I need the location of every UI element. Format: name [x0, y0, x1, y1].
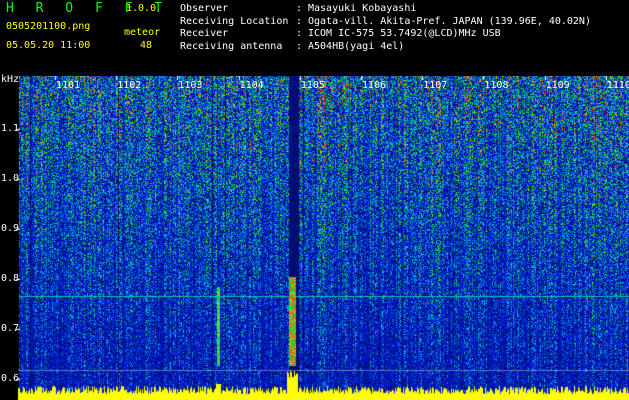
- meteor-label: meteor: [124, 27, 161, 38]
- x-tick-label: 1109: [545, 80, 570, 91]
- info-row-observer: Observer: Masayuki Kobayashi: [180, 3, 417, 14]
- x-tick-label: 1110: [606, 80, 629, 91]
- datetime-label: 05.05.20 11:00: [6, 40, 91, 51]
- station-info: Observer: Masayuki Kobayashi Receiving Lo…: [180, 3, 591, 53]
- y-tick-label: 1.1: [1, 123, 20, 134]
- x-tick-label: 1102: [117, 80, 142, 91]
- y-tick-label: 0.8: [1, 273, 20, 284]
- y-tick-label: 0.6: [1, 373, 20, 384]
- filename-label: 0505201100.png: [6, 21, 91, 32]
- x-tick-label: 1108: [484, 80, 509, 91]
- spectrogram-plot: [0, 76, 629, 400]
- y-tick-label: 0.7: [1, 323, 20, 334]
- x-tick-label: 1104: [239, 80, 264, 91]
- info-row-location: Receiving Location: Ogata-vill. Akita-Pre…: [180, 15, 591, 27]
- y-tick-label: 0.9: [1, 223, 20, 234]
- meteor-count: 48: [140, 40, 153, 51]
- info-row-antenna: Receiving antenna: A504HB(yagi 4el): [180, 40, 405, 52]
- header: H R O F F T 1.0.0 0505201100.png meteor …: [0, 0, 629, 76]
- x-tick-label: 1105: [300, 80, 325, 91]
- info-row-receiver: Receiver: ICOM IC-575 53.7492(@LCD)MHz US…: [180, 28, 501, 39]
- version-label: 1.0.0: [126, 3, 157, 14]
- x-tick-label: 1106: [362, 80, 387, 91]
- x-tick-label: 1107: [423, 80, 448, 91]
- y-axis-unit: kHz: [1, 74, 20, 85]
- y-tick-label: 1.0: [1, 173, 20, 184]
- x-tick-label: 1103: [178, 80, 203, 91]
- x-tick-label: 1101: [56, 80, 81, 91]
